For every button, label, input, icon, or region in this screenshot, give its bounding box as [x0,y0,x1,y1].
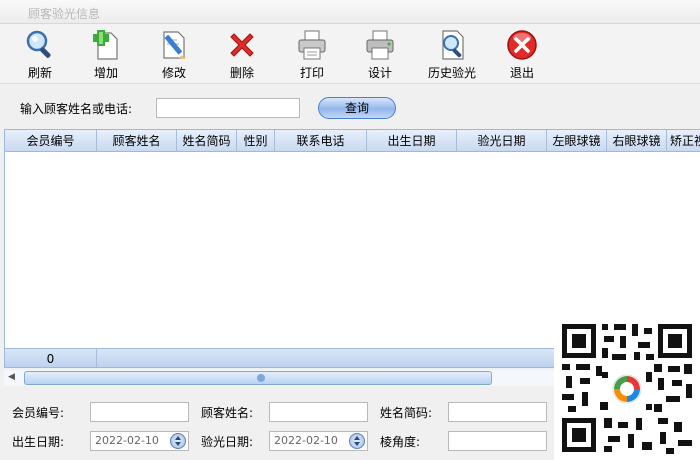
history-label: 历史验光 [427,66,476,80]
history-button[interactable]: 历史验光 [422,28,482,82]
spin-icon[interactable] [170,433,186,449]
column-header-name-code[interactable]: 姓名简码 [177,130,237,152]
column-header-member-no[interactable]: 会员编号 [5,130,97,152]
magnifier-icon [26,30,51,58]
column-header-left-sphere[interactable]: 左眼球镜 [547,130,607,152]
spin-icon[interactable] [349,433,365,449]
close-circle-icon [507,30,537,60]
red-x-icon [230,33,254,57]
scrollbar-grip-icon [257,374,265,382]
scrollbar-thumb[interactable] [24,371,492,385]
scroll-left-icon[interactable]: ◀ [8,372,15,382]
toolbar: 刷新 增加 修改 删除 打印 设计 历史验光 退出 [0,24,700,84]
design-label: 设计 [367,66,392,80]
record-count: 0 [5,349,97,367]
delete-button[interactable]: 删除 [212,28,272,82]
add-button[interactable]: 增加 [76,28,136,82]
column-header-right-sphere[interactable]: 右眼球镜 [607,130,667,152]
prism-label: 棱角度: [380,435,421,449]
edit-pencil-icon [163,31,186,59]
print-label: 打印 [299,66,324,80]
member-no-label: 会员编号: [12,406,65,420]
search-label: 输入顾客姓名或电话: [20,102,133,116]
edit-button[interactable]: 修改 [144,28,204,82]
delete-label: 删除 [229,66,254,80]
edit-label: 修改 [161,66,186,80]
search-bar: 输入顾客姓名或电话: 查询 [0,92,700,124]
search-input[interactable] [156,98,300,118]
exam-date-picker[interactable]: 2022-02-10 [269,431,368,451]
customer-name-label: 顾客姓名: [201,406,254,420]
column-header-exam-date[interactable]: 验光日期 [457,130,547,152]
exam-date-label: 验光日期: [201,435,254,449]
printer-icon [298,30,326,60]
column-header-customer-name[interactable]: 顾客姓名 [97,130,177,152]
birth-date-picker[interactable]: 2022-02-10 [90,431,189,451]
name-code-field[interactable] [448,402,547,422]
title-bar: 顾客验光信息 [0,0,700,24]
column-header-gender[interactable]: 性别 [237,130,275,152]
grid-header: 会员编号 顾客姓名 姓名简码 性别 联系电话 出生日期 验光日期 左眼球镜 右眼… [5,130,700,152]
exit-label: 退出 [509,66,534,80]
add-label: 增加 [93,66,118,80]
refresh-button[interactable]: 刷新 [10,28,70,82]
add-document-icon [93,30,118,60]
qr-code-graphic [554,318,700,460]
customer-name-field[interactable] [269,402,368,422]
window-title: 顾客验光信息 [28,7,101,21]
name-code-label: 姓名简码: [380,406,433,420]
column-header-birth-date[interactable]: 出生日期 [367,130,457,152]
refresh-label: 刷新 [27,66,52,80]
exam-date-value: 2022-02-10 [274,434,338,447]
exit-button[interactable]: 退出 [492,28,552,82]
printer-design-icon [366,30,394,60]
column-header-corrected-vision[interactable]: 矫正视 [667,130,700,152]
query-button[interactable]: 查询 [318,97,396,119]
print-button[interactable]: 打印 [282,28,342,82]
design-button[interactable]: 设计 [350,28,410,82]
prism-field[interactable] [448,431,547,451]
birth-date-value: 2022-02-10 [95,434,159,447]
magnifier-document-icon [442,30,464,60]
birth-date-label: 出生日期: [12,435,65,449]
qr-code-image [554,318,700,460]
member-no-field[interactable] [90,402,189,422]
column-header-phone[interactable]: 联系电话 [275,130,367,152]
